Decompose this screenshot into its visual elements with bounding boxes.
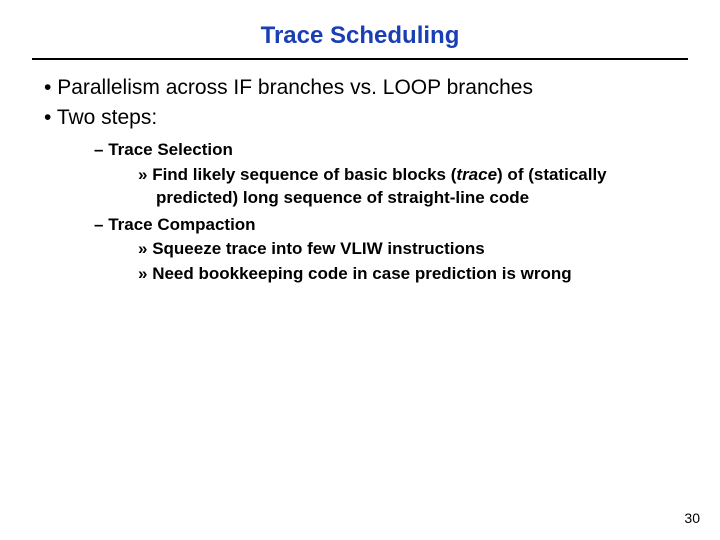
bullet-l3-item: Squeeze trace into few VLIW instructions bbox=[138, 238, 676, 261]
bullet-l2-item: Trace Selection Find likely sequence of … bbox=[94, 139, 676, 210]
slide-content: Parallelism across IF branches vs. LOOP … bbox=[0, 74, 720, 286]
bullet-l1-item: Two steps: Trace Selection Find likely s… bbox=[44, 104, 676, 286]
bullet-l2-item: Trace Compaction Squeeze trace into few … bbox=[94, 214, 676, 287]
l3-text-pre: Find likely sequence of basic blocks ( bbox=[152, 165, 456, 184]
bullet-list-level1: Parallelism across IF branches vs. LOOP … bbox=[44, 74, 676, 286]
bullet-l2-text: Trace Compaction bbox=[108, 215, 255, 234]
title-underline bbox=[32, 58, 688, 60]
bullet-list-level2: Trace Selection Find likely sequence of … bbox=[66, 139, 676, 287]
slide: Trace Scheduling Parallelism across IF b… bbox=[0, 0, 720, 540]
bullet-l3-item: Find likely sequence of basic blocks (tr… bbox=[138, 164, 676, 210]
l3-text-em: trace bbox=[456, 165, 497, 184]
bullet-list-level3: Squeeze trace into few VLIW instructions… bbox=[112, 238, 676, 286]
page-number: 30 bbox=[684, 510, 700, 526]
bullet-l1-text: Two steps: bbox=[57, 106, 157, 129]
bullet-l3-item: Need bookkeeping code in case prediction… bbox=[138, 263, 676, 286]
slide-title: Trace Scheduling bbox=[0, 0, 720, 58]
bullet-list-level3: Find likely sequence of basic blocks (tr… bbox=[112, 164, 676, 210]
bullet-l1-item: Parallelism across IF branches vs. LOOP … bbox=[44, 74, 676, 102]
bullet-l2-text: Trace Selection bbox=[108, 140, 233, 159]
